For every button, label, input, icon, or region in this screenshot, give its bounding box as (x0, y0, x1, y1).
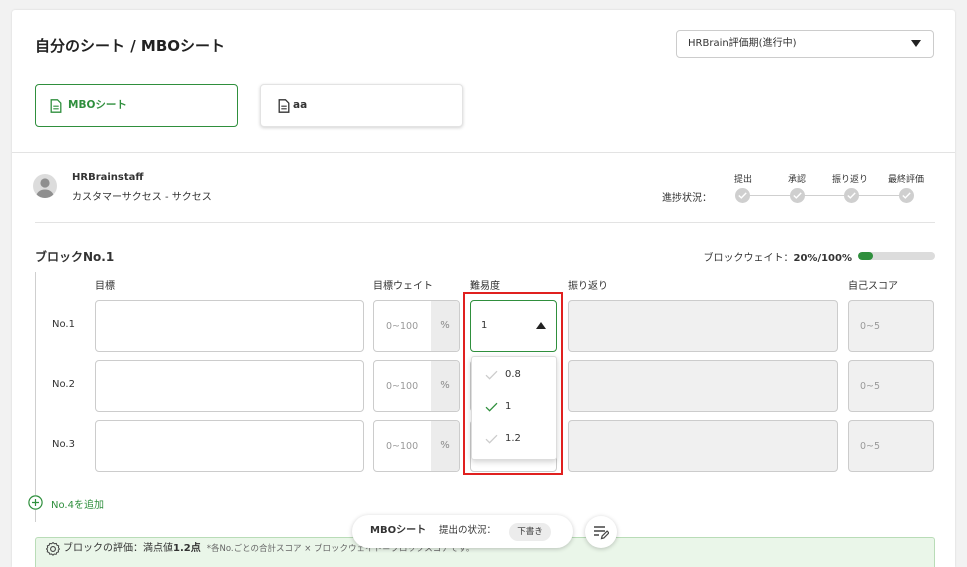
evaluation-period-value: HRBrain評価期(進行中) (688, 38, 797, 49)
goal-weight-field[interactable]: % (373, 420, 460, 472)
difficulty-option-label: 1 (505, 401, 512, 412)
step-label-approve: 承認 (787, 175, 807, 185)
tab-label: MBOシート (68, 99, 127, 111)
check-icon (485, 434, 498, 444)
badge-icon (46, 542, 60, 556)
block-weight-text: ブロックウェイト：20%/100% (704, 249, 852, 264)
tab-mbo-sheet[interactable]: MBOシート (35, 84, 238, 127)
goal-weight-field[interactable]: % (373, 300, 460, 352)
self-score-input (849, 301, 933, 351)
difficulty-option-label: 1.2 (505, 433, 521, 444)
submission-status-label: 提出の状況： (439, 525, 497, 536)
step-label-final-evaluation: 最終評価 (887, 175, 925, 185)
reflection-input (568, 360, 838, 412)
step-label-reflection: 振り返り (831, 175, 869, 185)
reflection-input (568, 300, 838, 352)
self-score-field (848, 360, 934, 412)
block-title: ブロックNo.1 (35, 250, 115, 264)
difficulty-option-label: 0.8 (505, 369, 521, 380)
tab-label: aa (293, 99, 308, 111)
progress-line (742, 195, 906, 196)
tab-aa-sheet[interactable]: aa (260, 84, 463, 127)
difficulty-select[interactable]: 1 (470, 300, 557, 352)
page-title: 自分のシート / MBOシート (35, 37, 226, 55)
self-score-field (848, 300, 934, 352)
check-icon (734, 188, 750, 203)
column-header-goal: 目標 (95, 281, 115, 292)
add-goal-row-label: No.4を追加 (51, 500, 104, 511)
document-icon (278, 99, 290, 113)
user-department: カスタマーサクセス - サクセス (72, 192, 212, 203)
caret-down-icon (911, 40, 921, 47)
edit-list-button[interactable] (585, 516, 617, 548)
column-header-self-score: 自己スコア (848, 281, 898, 292)
difficulty-select-value: 1 (481, 320, 488, 331)
percent-suffix: % (431, 301, 459, 351)
column-header-weight: 目標ウェイト (373, 281, 433, 292)
check-icon (789, 188, 805, 203)
difficulty-dropdown-menu: 0.8 1 1.2 (471, 356, 557, 460)
block-evaluation-label: ブロックの評価：満点値 (63, 543, 173, 554)
self-score-input (849, 361, 933, 411)
block-weight-bar-fill (858, 252, 874, 260)
self-score-input (849, 421, 933, 471)
divider (35, 222, 935, 223)
document-icon (50, 99, 62, 113)
block-weight-label: ブロックウェイト： (703, 253, 794, 264)
percent-suffix: % (431, 421, 459, 471)
submission-status-bar: MBOシート 提出の状況： 下書き (352, 515, 573, 548)
column-header-difficulty: 難易度 (470, 281, 500, 292)
goal-weight-field[interactable]: % (373, 360, 460, 412)
user-avatar-icon (33, 174, 57, 198)
column-header-reflection: 振り返り (568, 281, 608, 292)
block-weight-bar (858, 252, 935, 260)
check-icon (485, 402, 498, 412)
status-bar-sheet-name: MBOシート (370, 525, 427, 536)
goal-row: No.1 % 1 (0, 300, 967, 352)
goal-weight-input[interactable] (374, 421, 432, 471)
goal-input[interactable] (95, 360, 364, 412)
goal-weight-input[interactable] (374, 301, 432, 351)
difficulty-option[interactable]: 1 (472, 391, 556, 423)
self-score-field (848, 420, 934, 472)
caret-up-icon (536, 322, 546, 329)
row-number-label: No.3 (52, 439, 75, 450)
check-icon (843, 188, 859, 203)
check-icon (898, 188, 914, 203)
evaluation-period-select[interactable]: HRBrain評価期(進行中) (676, 30, 934, 58)
block-evaluation-max-score: 1.2点 (173, 543, 201, 554)
list-edit-icon (594, 526, 609, 540)
percent-suffix: % (431, 361, 459, 411)
goal-input[interactable] (95, 300, 364, 352)
user-name: HRBrainstaff (72, 172, 144, 183)
block-weight-value: 20%/100% (793, 253, 852, 264)
progress-status-label: 進捗状況： (662, 193, 712, 204)
reflection-input (568, 420, 838, 472)
goal-weight-input[interactable] (374, 361, 432, 411)
check-icon (485, 370, 498, 380)
divider (12, 152, 955, 153)
row-number-label: No.2 (52, 379, 75, 390)
row-number-label: No.1 (52, 319, 75, 330)
goal-input[interactable] (95, 420, 364, 472)
status-badge: 下書き (509, 523, 551, 541)
step-label-submit: 提出 (733, 175, 753, 185)
difficulty-option[interactable]: 0.8 (472, 359, 556, 391)
difficulty-option[interactable]: 1.2 (472, 423, 556, 455)
plus-circle-icon (28, 495, 43, 510)
